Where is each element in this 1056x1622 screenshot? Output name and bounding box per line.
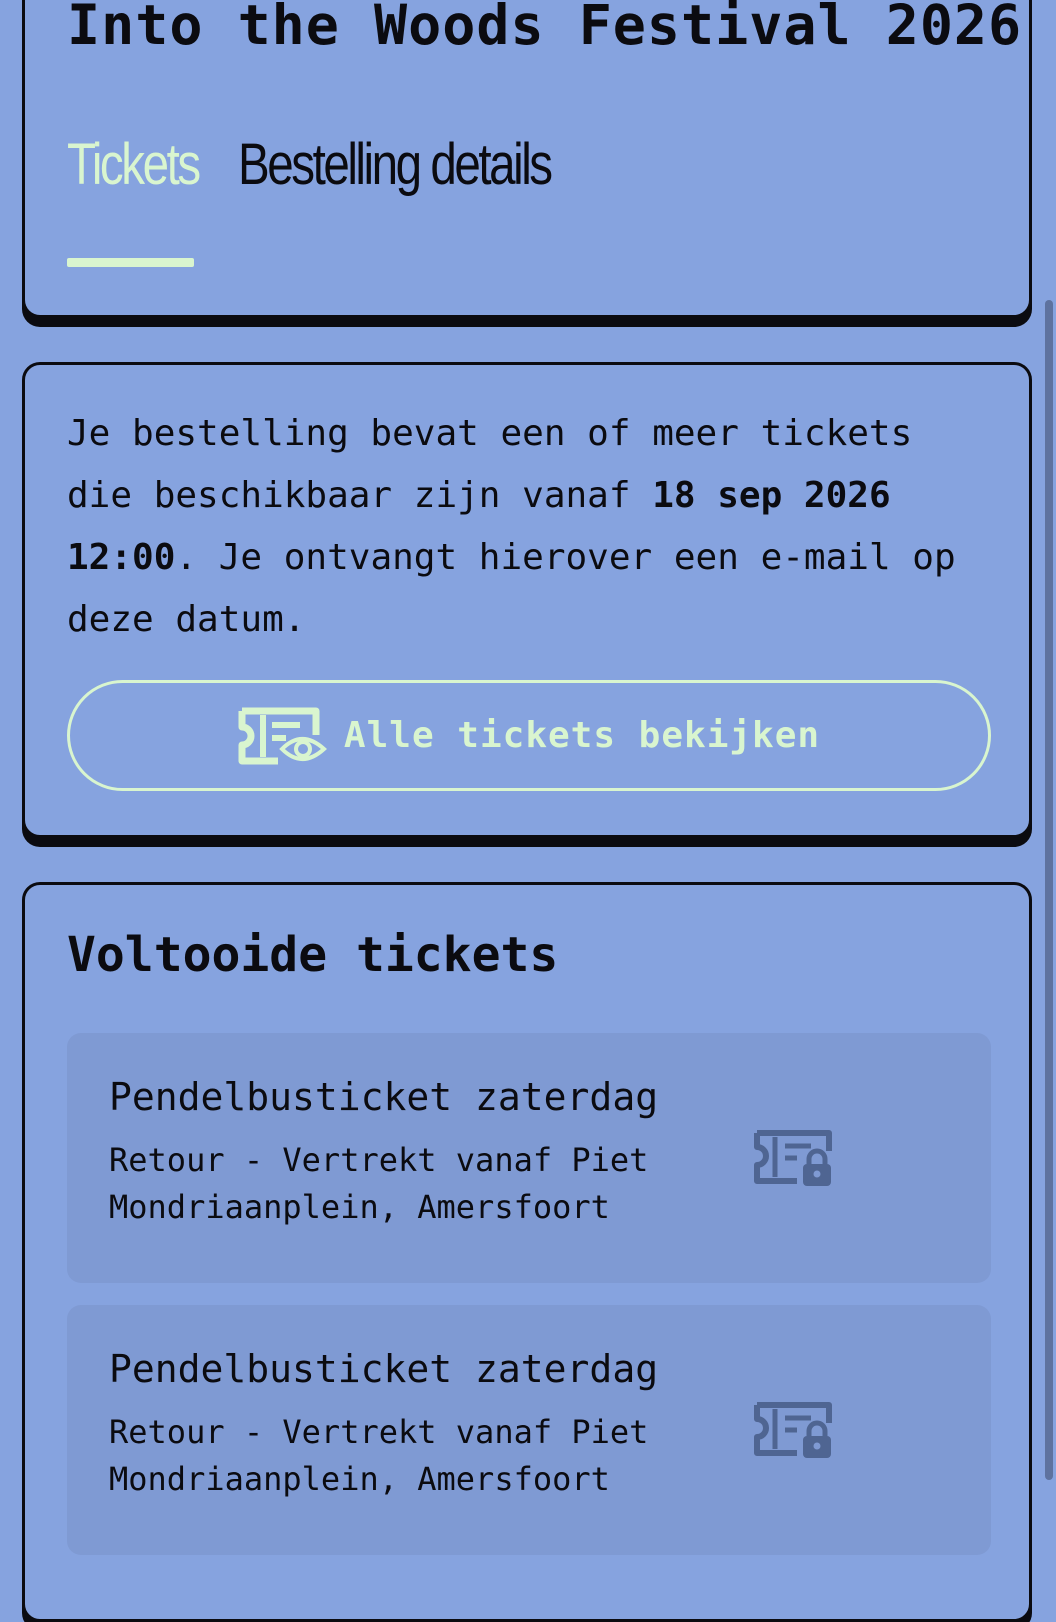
view-all-tickets-button[interactable]: Alle tickets bekijken <box>67 680 991 791</box>
ticket-lock-icon <box>753 1401 835 1465</box>
completed-tickets-title: Voltooide tickets <box>67 927 559 983</box>
view-all-tickets-label: Alle tickets bekijken <box>343 715 821 756</box>
tab-tickets[interactable]: Tickets <box>67 130 201 200</box>
completed-tickets-card: Voltooide tickets Pendelbusticket zaterd… <box>22 882 1032 1622</box>
ticket-item[interactable]: Pendelbusticket zaterdag Retour - Vertre… <box>67 1033 991 1283</box>
ticket-eye-icon <box>238 707 330 765</box>
availability-message: Je bestelling bevat een of meer tickets … <box>67 403 967 651</box>
ticket-description: Retour - Vertrekt vanaf Piet Mondriaanpl… <box>109 1413 649 1498</box>
tab-bestelling-details[interactable]: Bestelling details <box>238 130 553 200</box>
active-tab-indicator <box>67 258 194 267</box>
ticket-lock-icon <box>753 1129 835 1193</box>
ticket-name: Pendelbusticket zaterdag <box>109 1347 659 1391</box>
availability-text-end: . Je ontvangt hierover een e-mail op dez… <box>67 537 956 640</box>
ticket-description: Retour - Vertrekt vanaf Piet Mondriaanpl… <box>109 1141 649 1226</box>
scrollbar-thumb[interactable] <box>1045 300 1053 1480</box>
ticket-name: Pendelbusticket zaterdag <box>109 1075 659 1119</box>
event-title: Into the Woods Festival 2026 <box>67 0 1023 57</box>
ticket-item[interactable]: Pendelbusticket zaterdag Retour - Vertre… <box>67 1305 991 1555</box>
availability-info-card: Je bestelling bevat een of meer tickets … <box>22 362 1032 838</box>
header-card: Into the Woods Festival 2026 Tickets Bes… <box>22 0 1032 318</box>
tab-bar: Tickets Bestelling details <box>67 130 553 200</box>
page-scrollbar[interactable] <box>1044 0 1053 1600</box>
